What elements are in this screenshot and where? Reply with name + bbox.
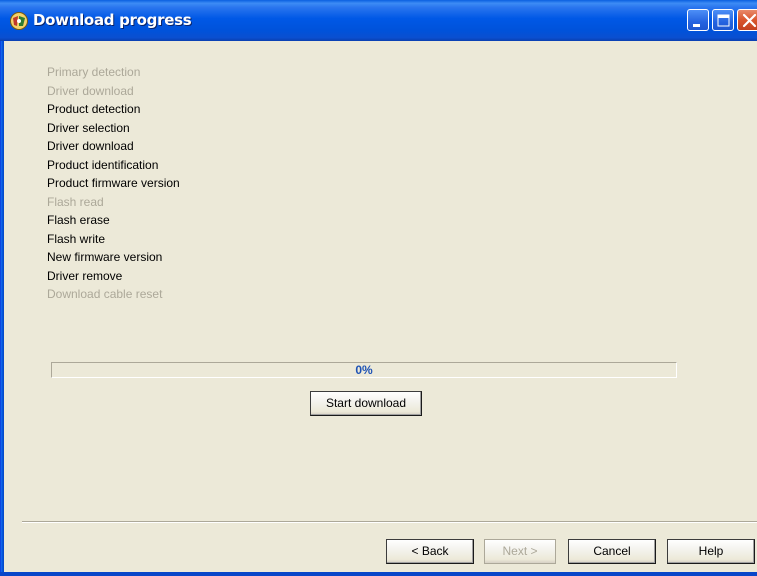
cancel-button[interactable]: Cancel	[568, 539, 656, 564]
step-item: Driver selection	[47, 120, 130, 135]
step-item: Driver download	[47, 139, 134, 153]
maximize-icon	[717, 14, 730, 27]
window-title: Download progress	[33, 11, 192, 29]
step-item: Primary detection	[47, 65, 141, 79]
help-button[interactable]: Help	[667, 539, 755, 564]
download-progress-bar: 0%	[51, 362, 677, 378]
maximize-button[interactable]	[712, 9, 734, 31]
back-button[interactable]: < Back	[386, 539, 474, 564]
window-frame-bottom	[0, 572, 757, 576]
start-download-button[interactable]: Start download	[310, 391, 422, 416]
minimize-icon	[693, 24, 700, 27]
step-item: Flash read	[47, 194, 104, 209]
close-button[interactable]	[737, 9, 757, 31]
footer-divider	[22, 521, 757, 523]
close-icon	[742, 13, 757, 28]
app-logo-icon	[9, 11, 29, 31]
step-item: Flash write	[47, 231, 106, 246]
step-item: Download cable reset	[47, 287, 163, 301]
step-item: Driver remove	[47, 268, 123, 283]
step-item: Product firmware version	[47, 176, 180, 190]
next-button[interactable]: Next >	[484, 539, 556, 564]
minimize-button[interactable]	[687, 9, 709, 31]
step-list: Primary detection Driver download Produc…	[47, 63, 180, 304]
title-bar[interactable]: Download progress	[0, 0, 757, 41]
step-item: Flash erase	[47, 213, 110, 227]
step-item: Product detection	[47, 102, 141, 116]
progress-percent-label: 0%	[355, 363, 373, 377]
window-frame-left	[0, 41, 4, 576]
step-item: New firmware version	[47, 250, 163, 264]
step-item: Product identification	[47, 157, 159, 172]
download-progress-window: Download progress Primary detection Driv…	[0, 0, 757, 576]
step-item: Driver download	[47, 83, 134, 98]
